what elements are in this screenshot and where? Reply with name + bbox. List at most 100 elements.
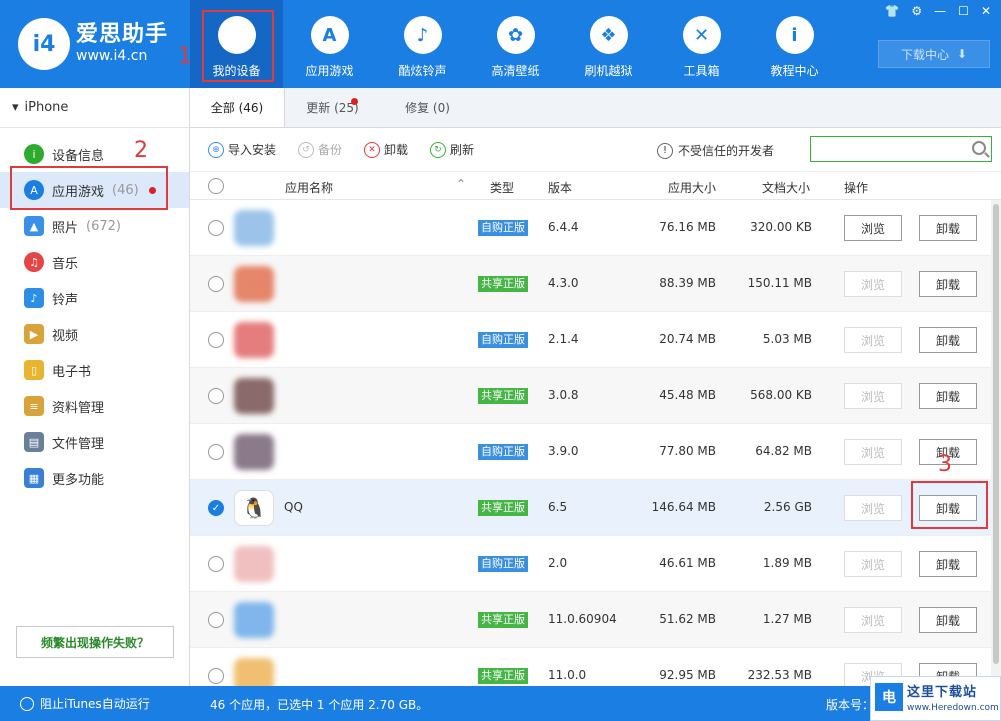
annotation-box-3	[911, 481, 988, 529]
info-icon: i	[775, 16, 814, 54]
table-row[interactable]: ✓ 🐧 QQ 共享正版 6.5 146.64 MB 2.56 GB 浏览 卸载	[190, 480, 991, 536]
uninstall-button[interactable]: 卸载	[919, 271, 977, 297]
browse-button[interactable]: 浏览	[844, 215, 902, 241]
app-tabs: 全部 (46) 更新 (25) 修复 (0)	[190, 88, 1001, 128]
sidebar-item-10[interactable]: ▦ 更多功能	[0, 460, 189, 496]
sidebar-item-label: 电子书	[52, 364, 92, 380]
table-row[interactable]: 共享正版 3.0.8 45.48 MB 568.00 KB 浏览 卸载	[190, 368, 991, 424]
minimize-icon[interactable]: —	[934, 4, 946, 18]
untrusted-developer-link[interactable]: ! 不受信任的开发者	[657, 142, 774, 159]
sidebar-item-8[interactable]: ≡ 资料管理	[0, 388, 189, 424]
nav-item-4[interactable]: ✿ 高清壁纸	[469, 0, 562, 88]
app-version: 4.3.0	[548, 276, 579, 290]
maximize-icon[interactable]: ☐	[958, 4, 969, 18]
row-select-radio[interactable]	[208, 220, 224, 236]
notification-dot	[351, 98, 358, 105]
app-size: 20.74 MB	[659, 332, 716, 346]
settings-icon[interactable]: ⚙	[911, 4, 922, 18]
uninstall-button[interactable]: 卸载	[919, 383, 977, 409]
type-badge: 自购正版	[478, 220, 528, 236]
search-icon[interactable]	[972, 141, 986, 155]
header-action: 操作	[844, 181, 869, 195]
scroll-thumb[interactable]	[993, 204, 999, 664]
uninstall-button[interactable]: 卸载	[919, 607, 977, 633]
main-nav: 我的设备 A 应用游戏 ♪ 酷炫铃声 ✿ 高清壁纸 ❖ 刷机越狱 ✕ 工具箱 i 教程中心	[190, 0, 841, 88]
skin-icon[interactable]: 👕	[884, 4, 899, 18]
scrollbar[interactable]	[991, 200, 1001, 686]
sidebar-item-label: 资料管理	[52, 400, 105, 416]
nav-label: 高清壁纸	[491, 64, 540, 78]
header-name[interactable]: 应用名称	[285, 179, 333, 196]
nav-item-5[interactable]: ❖ 刷机越狱	[562, 0, 655, 88]
sidebar-item-7[interactable]: ▯ 电子书	[0, 352, 189, 388]
app-header: i4 爱思助手 www.i4.cn 我的设备 A 应用游戏 ♪ 酷炫铃声 ✿ 高清壁纸 ❖ 刷机…	[0, 0, 1001, 88]
app-icon	[234, 322, 274, 358]
browse-button[interactable]: 浏览	[844, 383, 902, 409]
download-icon: ⬇	[956, 47, 968, 61]
row-select-radio[interactable]	[208, 332, 224, 348]
type-badge: 共享正版	[478, 276, 528, 292]
sidebar-item-3[interactable]: ▲ 照片 (672)	[0, 208, 189, 244]
row-select-radio[interactable]	[208, 444, 224, 460]
table-row[interactable]: 自购正版 6.4.4 76.16 MB 320.00 KB 浏览 卸载	[190, 200, 991, 256]
app-icon	[234, 546, 274, 582]
browse-button[interactable]: 浏览	[844, 271, 902, 297]
info-icon: i	[24, 144, 44, 164]
nav-item-2[interactable]: A 应用游戏	[283, 0, 376, 88]
browse-button[interactable]: 浏览	[844, 439, 902, 465]
grid-icon: ▦	[24, 468, 44, 488]
doc-size: 1.89 MB	[762, 556, 812, 570]
sidebar-item-9[interactable]: ▤ 文件管理	[0, 424, 189, 460]
row-select-radio[interactable]	[208, 612, 224, 628]
table-row[interactable]: 自购正版 2.0 46.61 MB 1.89 MB 浏览 卸载	[190, 536, 991, 592]
table-row[interactable]: 共享正版 11.0.60904 51.62 MB 1.27 MB 浏览 卸载	[190, 592, 991, 648]
doc-size: 2.56 GB	[763, 500, 812, 514]
refresh-button[interactable]: ↻ 刷新	[430, 141, 474, 158]
import-install-label: 导入安装	[228, 143, 277, 157]
sort-up-icon[interactable]: ⌃	[456, 177, 466, 191]
download-center-button[interactable]: 下载中心 ⬇	[878, 40, 990, 68]
browse-button[interactable]: 浏览	[844, 551, 902, 577]
nav-item-7[interactable]: i 教程中心	[748, 0, 841, 88]
backup-button[interactable]: ↺ 备份	[298, 141, 342, 158]
select-all-radio[interactable]	[208, 178, 224, 194]
tab-1[interactable]: 全部 (46)	[190, 88, 285, 127]
nav-item-6[interactable]: ✕ 工具箱	[655, 0, 748, 88]
sidebar-item-4[interactable]: ♫ 音乐	[0, 244, 189, 280]
row-select-radio[interactable]	[208, 556, 224, 572]
version-label: 版本号：	[826, 698, 875, 712]
browse-button[interactable]: 浏览	[844, 607, 902, 633]
app-icon	[234, 434, 274, 470]
nav-item-3[interactable]: ♪ 酷炫铃声	[376, 0, 469, 88]
block-itunes-radio[interactable]	[20, 696, 34, 711]
sidebar-item-5[interactable]: ♪ 铃声	[0, 280, 189, 316]
browse-button[interactable]: 浏览	[844, 495, 902, 521]
app-size: 45.48 MB	[659, 388, 716, 402]
import-install-button[interactable]: ⊕ 导入安装	[208, 141, 276, 158]
uninstall-toolbar-button[interactable]: ✕ 卸载	[364, 141, 408, 158]
table-row[interactable]: 共享正版 4.3.0 88.39 MB 150.11 MB 浏览 卸载	[190, 256, 991, 312]
sidebar-item-6[interactable]: ▶ 视频	[0, 316, 189, 352]
type-badge: 自购正版	[478, 444, 528, 460]
app-size: 92.95 MB	[659, 668, 716, 682]
row-select-radio[interactable]	[208, 668, 224, 684]
operation-failed-help-button[interactable]: 频繁出现操作失败？	[16, 626, 174, 658]
close-icon[interactable]: ✕	[981, 4, 991, 18]
uninstall-button[interactable]: 卸载	[919, 215, 977, 241]
tab-3[interactable]: 修复 (0)	[380, 88, 475, 127]
device-selector[interactable]: ▾ iPhone	[0, 88, 189, 128]
table-row[interactable]: 自购正版 2.1.4 20.74 MB 5.03 MB 浏览 卸载	[190, 312, 991, 368]
search-input[interactable]	[811, 137, 961, 161]
browse-button[interactable]: 浏览	[844, 327, 902, 353]
tab-2[interactable]: 更新 (25)	[285, 88, 380, 127]
block-itunes-toggle[interactable]: 阻止iTunes自动运行	[20, 695, 150, 712]
app-version: 11.0.60904	[548, 612, 617, 626]
uninstall-button[interactable]: 卸载	[919, 327, 977, 353]
uninstall-button[interactable]: 卸载	[919, 551, 977, 577]
watermark-title: 这里下载站	[907, 685, 978, 700]
window-controls: 👕 ⚙ — ☐ ✕	[884, 4, 991, 18]
row-select-radio[interactable]	[208, 388, 224, 404]
row-select-radio[interactable]: ✓	[208, 500, 224, 516]
table-row[interactable]: 自购正版 3.9.0 77.80 MB 64.82 MB 浏览 卸载	[190, 424, 991, 480]
row-select-radio[interactable]	[208, 276, 224, 292]
